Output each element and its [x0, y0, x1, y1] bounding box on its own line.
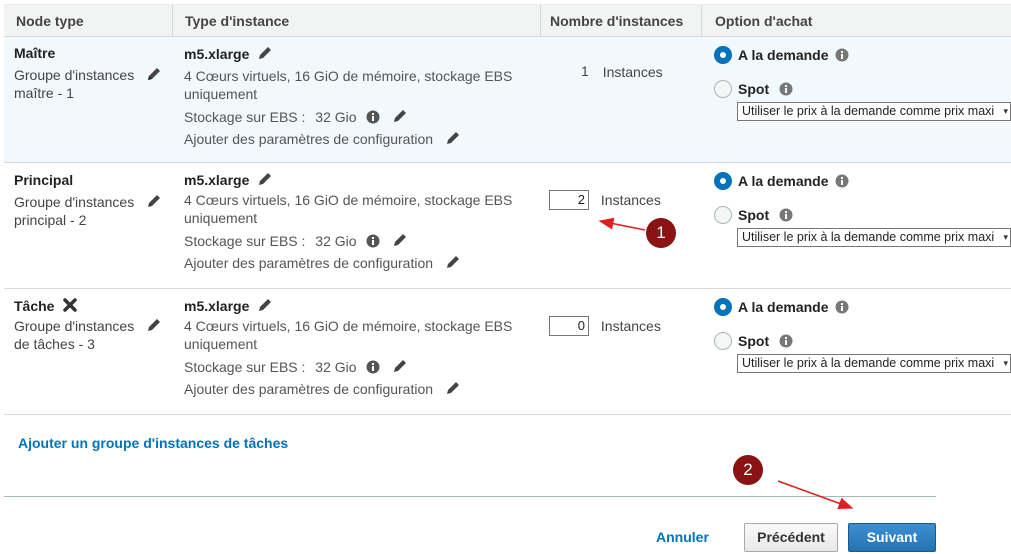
pencil-icon[interactable]	[445, 254, 461, 270]
pencil-icon[interactable]	[257, 171, 273, 187]
node-subtitle: Groupe d'instances de tâches - 3	[14, 318, 135, 352]
pencil-icon[interactable]	[445, 130, 461, 146]
max-price-select[interactable]: Utiliser le prix à la demande comme prix…	[737, 354, 1011, 373]
next-button[interactable]: Suivant	[848, 523, 936, 552]
table-row[interactable]: Principal Groupe d'instances principal -…	[4, 163, 1011, 289]
instance-count-input[interactable]: 0	[549, 316, 589, 336]
pencil-icon[interactable]	[392, 108, 408, 124]
table-row[interactable]: Tâche Groupe d'instances de tâches - 3 m…	[4, 289, 1011, 415]
spot-radio[interactable]	[714, 332, 732, 350]
node-title: Tâche	[14, 298, 55, 314]
info-icon[interactable]	[779, 334, 793, 348]
info-icon[interactable]	[366, 110, 380, 124]
instance-type: m5.xlarge	[184, 298, 250, 314]
table-header: Node type Type d'instance Nombre d'insta…	[4, 4, 1011, 37]
pencil-icon[interactable]	[445, 380, 461, 396]
pencil-icon[interactable]	[146, 66, 162, 82]
add-config-link[interactable]: Ajouter des paramètres de configuration	[184, 131, 433, 147]
header-node-type: Node type	[16, 13, 84, 29]
spot-label: Spot	[738, 81, 770, 97]
pencil-icon[interactable]	[146, 193, 162, 209]
instance-groups-table: Node type Type d'instance Nombre d'insta…	[4, 4, 1011, 415]
on-demand-option[interactable]: A la demande	[714, 170, 1011, 192]
instance-description: 4 Cœurs virtuels, 16 GiO de mémoire, sto…	[184, 68, 513, 102]
on-demand-option[interactable]: A la demande	[714, 44, 1011, 66]
add-config-link[interactable]: Ajouter des paramètres de configuration	[184, 381, 433, 397]
header-instance-count: Nombre d'instances	[550, 13, 684, 29]
ebs-value: 32 Gio	[315, 233, 357, 249]
instance-count-label: Instances	[600, 318, 661, 334]
pencil-icon[interactable]	[257, 297, 273, 313]
spot-radio[interactable]	[714, 80, 732, 98]
max-price-value: Utiliser le prix à la demande comme prix…	[742, 356, 995, 370]
max-price-value: Utiliser le prix à la demande comme prix…	[742, 230, 995, 244]
on-demand-radio[interactable]	[714, 172, 732, 190]
info-icon[interactable]	[366, 360, 380, 374]
instance-description: 4 Cœurs virtuels, 16 GiO de mémoire, sto…	[184, 318, 513, 352]
info-icon[interactable]	[366, 234, 380, 248]
on-demand-radio[interactable]	[714, 46, 732, 64]
node-subtitle: Groupe d'instances principal - 2	[14, 194, 135, 228]
max-price-value: Utiliser le prix à la demande comme prix…	[742, 104, 995, 118]
instance-type: m5.xlarge	[184, 46, 250, 62]
previous-button[interactable]: Précédent	[744, 523, 838, 552]
max-price-select[interactable]: Utiliser le prix à la demande comme prix…	[737, 102, 1011, 121]
on-demand-radio[interactable]	[714, 298, 732, 316]
on-demand-option[interactable]: A la demande	[714, 296, 1011, 318]
close-icon[interactable]	[62, 297, 78, 313]
add-task-group-link[interactable]: Ajouter un groupe d'instances de tâches	[18, 435, 288, 451]
instance-count: 1	[581, 63, 589, 79]
pencil-icon[interactable]	[146, 317, 162, 333]
ebs-value: 32 Gio	[315, 109, 357, 125]
spot-option[interactable]: Spot	[714, 330, 1011, 352]
add-config-link[interactable]: Ajouter des paramètres de configuration	[184, 255, 433, 271]
spot-option[interactable]: Spot	[714, 78, 1011, 100]
node-title: Maître	[14, 45, 56, 61]
chevron-down-icon: ▾	[1003, 358, 1008, 368]
table-row[interactable]: Maître Groupe d'instances maître - 1 m5.…	[4, 37, 1011, 163]
info-icon[interactable]	[835, 48, 849, 62]
on-demand-label: A la demande	[738, 299, 829, 315]
instance-type: m5.xlarge	[184, 172, 250, 188]
info-icon[interactable]	[779, 208, 793, 222]
ebs-label: Stockage sur EBS :	[184, 359, 306, 375]
spot-option[interactable]: Spot	[714, 204, 1011, 226]
cancel-button[interactable]: Annuler	[656, 529, 709, 545]
ebs-label: Stockage sur EBS :	[184, 109, 306, 125]
header-purchase-option: Option d'achat	[715, 13, 813, 29]
pencil-icon[interactable]	[392, 232, 408, 248]
ebs-label: Stockage sur EBS :	[184, 233, 306, 249]
max-price-select[interactable]: Utiliser le prix à la demande comme prix…	[737, 228, 1011, 247]
info-icon[interactable]	[779, 82, 793, 96]
instance-count-input[interactable]: 2	[549, 190, 589, 210]
arrow-to-next-button	[777, 480, 854, 510]
instance-description: 4 Cœurs virtuels, 16 GiO de mémoire, sto…	[184, 192, 513, 226]
annotation-badge-1: 1	[646, 218, 676, 248]
spot-radio[interactable]	[714, 206, 732, 224]
instance-count-label: Instances	[602, 64, 663, 81]
spot-label: Spot	[738, 333, 770, 349]
pencil-icon[interactable]	[392, 358, 408, 374]
pencil-icon[interactable]	[257, 45, 273, 61]
instance-count-label: Instances	[600, 192, 661, 208]
annotation-badge-2: 2	[733, 455, 763, 485]
chevron-down-icon: ▾	[1003, 106, 1008, 116]
info-icon[interactable]	[835, 174, 849, 188]
on-demand-label: A la demande	[738, 173, 829, 189]
node-subtitle: Groupe d'instances maître - 1	[14, 67, 135, 101]
node-title: Principal	[14, 172, 74, 188]
info-icon[interactable]	[835, 300, 849, 314]
spot-label: Spot	[738, 207, 770, 223]
header-instance-type: Type d'instance	[185, 13, 290, 29]
footer-divider	[4, 496, 936, 497]
ebs-value: 32 Gio	[315, 359, 357, 375]
on-demand-label: A la demande	[738, 47, 829, 63]
chevron-down-icon: ▾	[1003, 232, 1008, 242]
